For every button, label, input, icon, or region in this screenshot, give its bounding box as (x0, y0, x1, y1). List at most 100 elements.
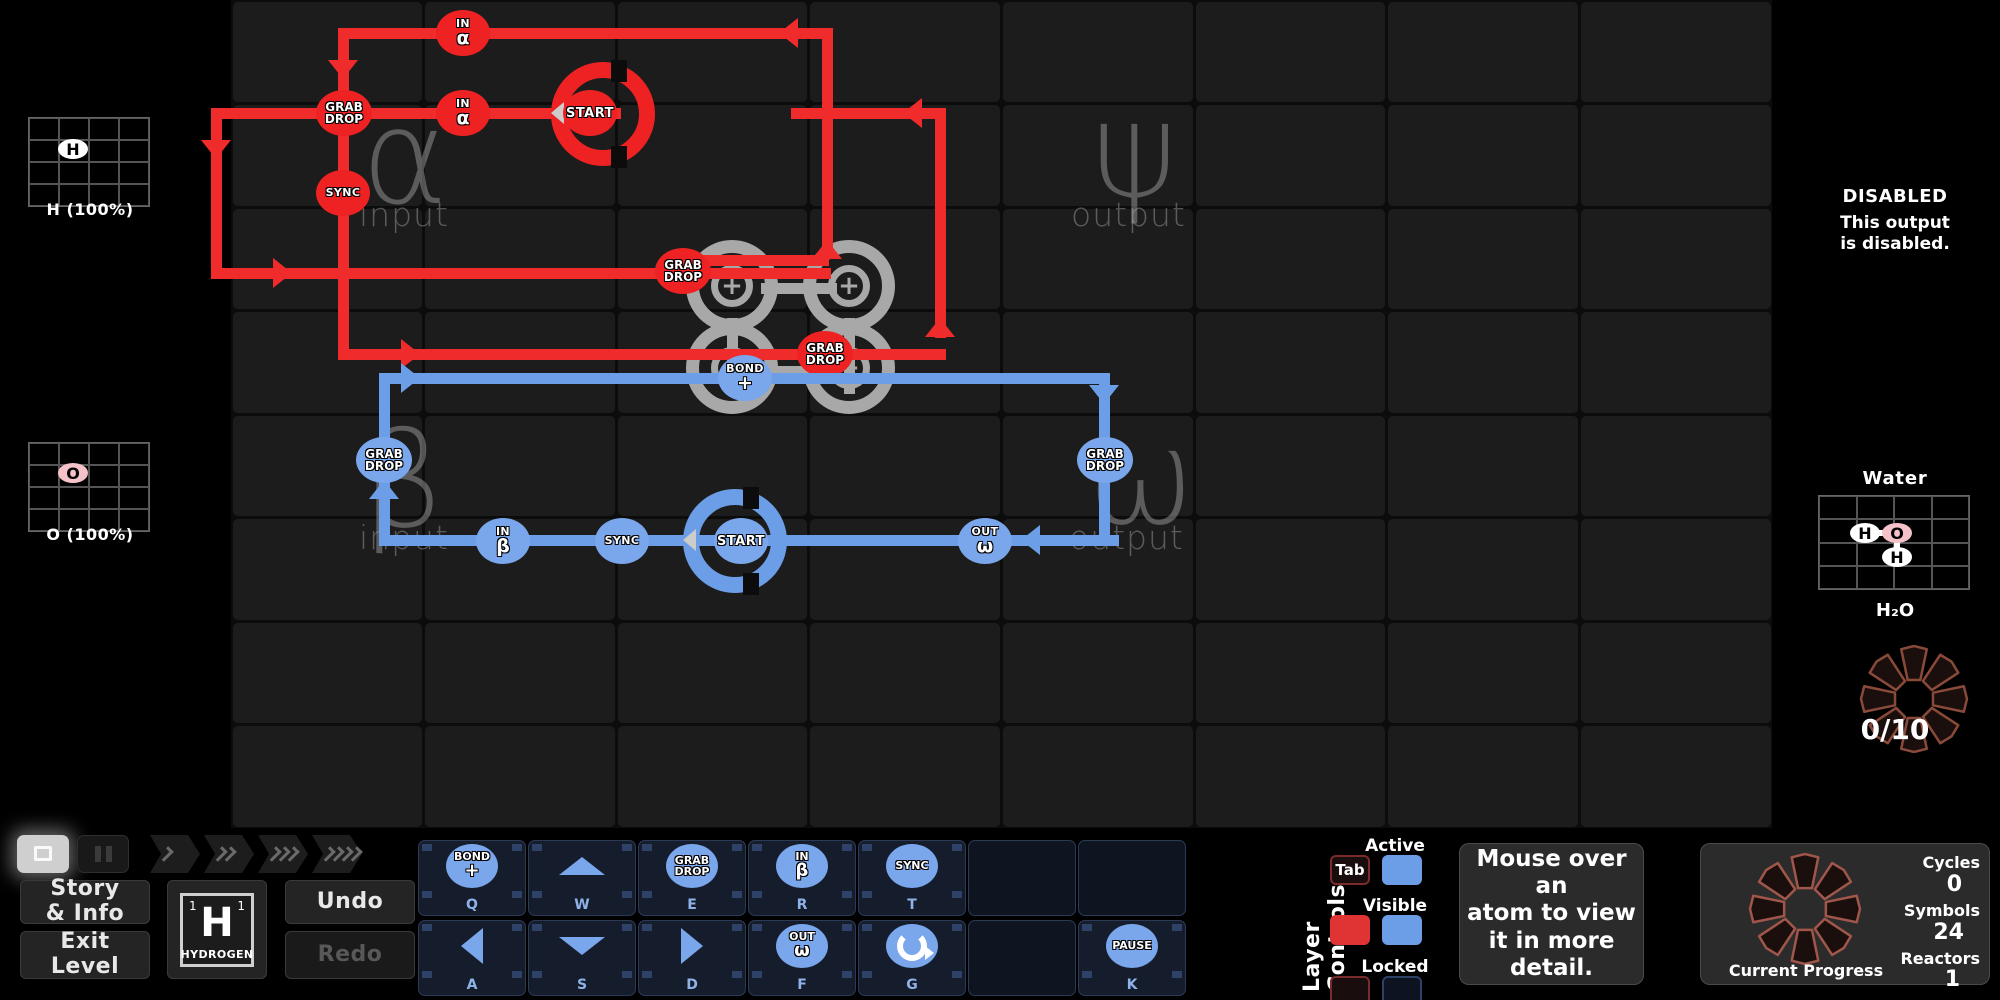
palette-key-empty[interactable] (968, 920, 1076, 996)
layer-toggle-red-locked[interactable] (1330, 976, 1370, 1000)
reactor-cell[interactable] (1003, 726, 1193, 827)
reactor-cell[interactable] (233, 623, 423, 724)
atom-hydrogen[interactable]: H (58, 139, 88, 159)
atom-oxygen[interactable]: O (58, 463, 88, 483)
reactor-cell[interactable] (1581, 623, 1771, 724)
instr-red-start[interactable]: START (563, 90, 617, 136)
reactor-cell[interactable] (810, 2, 1000, 103)
reactor-cell[interactable] (233, 2, 423, 103)
atom-symbol: H (1890, 548, 1903, 567)
reactor-cell[interactable] (1003, 623, 1193, 724)
layer-toggle-red-active[interactable]: Tab (1330, 855, 1370, 885)
reactor-cell[interactable] (1196, 416, 1386, 517)
palette-key-empty[interactable] (968, 840, 1076, 916)
palette-key-move-right[interactable]: D (638, 920, 746, 996)
element-card-hydrogen[interactable]: 1 1 H HYDROGEN (180, 893, 254, 967)
key-corner (842, 924, 852, 931)
reactor-cell[interactable] (618, 726, 808, 827)
instr-red-in-alpha-2[interactable]: IN α (436, 90, 490, 136)
reactor-cell[interactable] (1388, 519, 1578, 620)
redo-button[interactable]: Redo (285, 931, 415, 979)
instr-red-in-alpha-1[interactable]: IN α (436, 10, 490, 56)
speed-3x-icon[interactable] (258, 835, 308, 873)
layer-toggle-blue-visible[interactable] (1382, 915, 1422, 945)
pause-sim-button[interactable] (77, 835, 129, 873)
palette-key-pause[interactable]: PAUSEK (1078, 920, 1186, 996)
reactor-cell[interactable] (1388, 623, 1578, 724)
pause-icon (95, 846, 101, 862)
palette-key-rotate-cw[interactable]: G (858, 920, 966, 996)
speed-1x-icon[interactable] (150, 835, 200, 873)
reactor-cell[interactable] (1581, 519, 1771, 620)
reactor-cell[interactable] (1003, 2, 1193, 103)
speed-2x-icon[interactable] (204, 835, 254, 873)
reactor-cell[interactable] (425, 312, 615, 413)
stop-button[interactable] (17, 835, 69, 873)
palette-key-move-down[interactable]: S (528, 920, 636, 996)
reactor-cell[interactable] (233, 726, 423, 827)
atom-hydrogen-bottom[interactable]: H (1882, 547, 1912, 567)
reactor-cell[interactable] (1581, 416, 1771, 517)
reactor-cell[interactable] (1196, 209, 1386, 310)
reactor-cell[interactable] (618, 623, 808, 724)
instr-blue-in-beta[interactable]: IN β (476, 518, 530, 564)
palette-key-move-left[interactable]: A (418, 920, 526, 996)
reactor-cell[interactable] (1196, 312, 1386, 413)
instr-blue-bond[interactable]: BOND + (718, 355, 772, 401)
palette-key-bond-plus[interactable]: BOND+Q (418, 840, 526, 916)
reactor-cell[interactable] (233, 209, 423, 310)
instr-red-grabdrop-1[interactable]: GRAB DROP (316, 90, 372, 136)
reactor-cell[interactable] (1581, 105, 1771, 206)
reactor-cell[interactable] (1196, 623, 1386, 724)
reactor-cell[interactable] (233, 312, 423, 413)
reactor-cell[interactable] (425, 623, 615, 724)
exit-level-button[interactable]: Exit Level (20, 931, 150, 979)
reactor-cell[interactable] (1003, 209, 1193, 310)
story-info-button[interactable]: Story & Info (20, 880, 150, 924)
reactor-cell[interactable] (810, 726, 1000, 827)
palette-key-empty[interactable] (1078, 840, 1186, 916)
instr-red-grabdrop-3[interactable]: GRAB DROP (797, 331, 853, 377)
reactor-cell[interactable] (1196, 726, 1386, 827)
layer-toggle-blue-active[interactable] (1382, 855, 1422, 885)
instr-red-sync[interactable]: SYNC (316, 170, 370, 216)
reactor-cell[interactable] (1388, 726, 1578, 827)
reactor-cell[interactable] (1196, 2, 1386, 103)
instr-blue-grabdrop-left[interactable]: GRAB DROP (356, 437, 412, 483)
instr-blue-sync[interactable]: SYNC (595, 518, 649, 564)
instr-blue-out-omega[interactable]: OUT ω (958, 518, 1012, 564)
reactor-cell[interactable] (1388, 209, 1578, 310)
instr-blue-grabdrop-right[interactable]: GRAB DROP (1077, 437, 1133, 483)
reactor-cell[interactable] (1196, 519, 1386, 620)
reactor-cell[interactable] (810, 623, 1000, 724)
key-corner (512, 924, 522, 931)
layer-toggle-blue-locked[interactable] (1382, 976, 1422, 1000)
reactor-cell[interactable] (1388, 312, 1578, 413)
reactor-cell[interactable] (425, 416, 615, 517)
reactor-cell[interactable] (425, 726, 615, 827)
atom-hydrogen-left[interactable]: H (1850, 523, 1880, 543)
palette-key-sync[interactable]: SYNCT (858, 840, 966, 916)
palette-key-grab-drop[interactable]: GRABDROPE (638, 840, 746, 916)
speed-4x-icon[interactable] (312, 835, 362, 873)
reactor-cell[interactable] (1196, 105, 1386, 206)
reactor-cell[interactable] (810, 416, 1000, 517)
reactor-cell[interactable] (1581, 312, 1771, 413)
reactor-cell[interactable] (1581, 726, 1771, 827)
instr-blue-start[interactable]: START (714, 518, 768, 564)
reactor-cell[interactable] (1388, 416, 1578, 517)
palette-key-output-omega[interactable]: OUTωF (748, 920, 856, 996)
atom-oxygen-center[interactable]: O (1882, 523, 1912, 543)
reactor-cell[interactable] (1388, 105, 1578, 206)
undo-button[interactable]: Undo (285, 880, 415, 924)
reactor-cell[interactable] (1388, 2, 1578, 103)
instr-red-grabdrop-2[interactable]: GRAB DROP (655, 248, 711, 294)
reactor-cell[interactable] (425, 209, 615, 310)
palette-key-move-up[interactable]: W (528, 840, 636, 916)
reactor-grid[interactable]: α input β input ψ output ω output + + + … (231, 0, 1772, 828)
layer-toggle-red-visible[interactable] (1330, 915, 1370, 945)
reactor-cell[interactable] (1581, 2, 1771, 103)
palette-key-input-beta[interactable]: INβR (748, 840, 856, 916)
reactor-cell[interactable] (1581, 209, 1771, 310)
reactor-cell[interactable] (1003, 105, 1193, 206)
